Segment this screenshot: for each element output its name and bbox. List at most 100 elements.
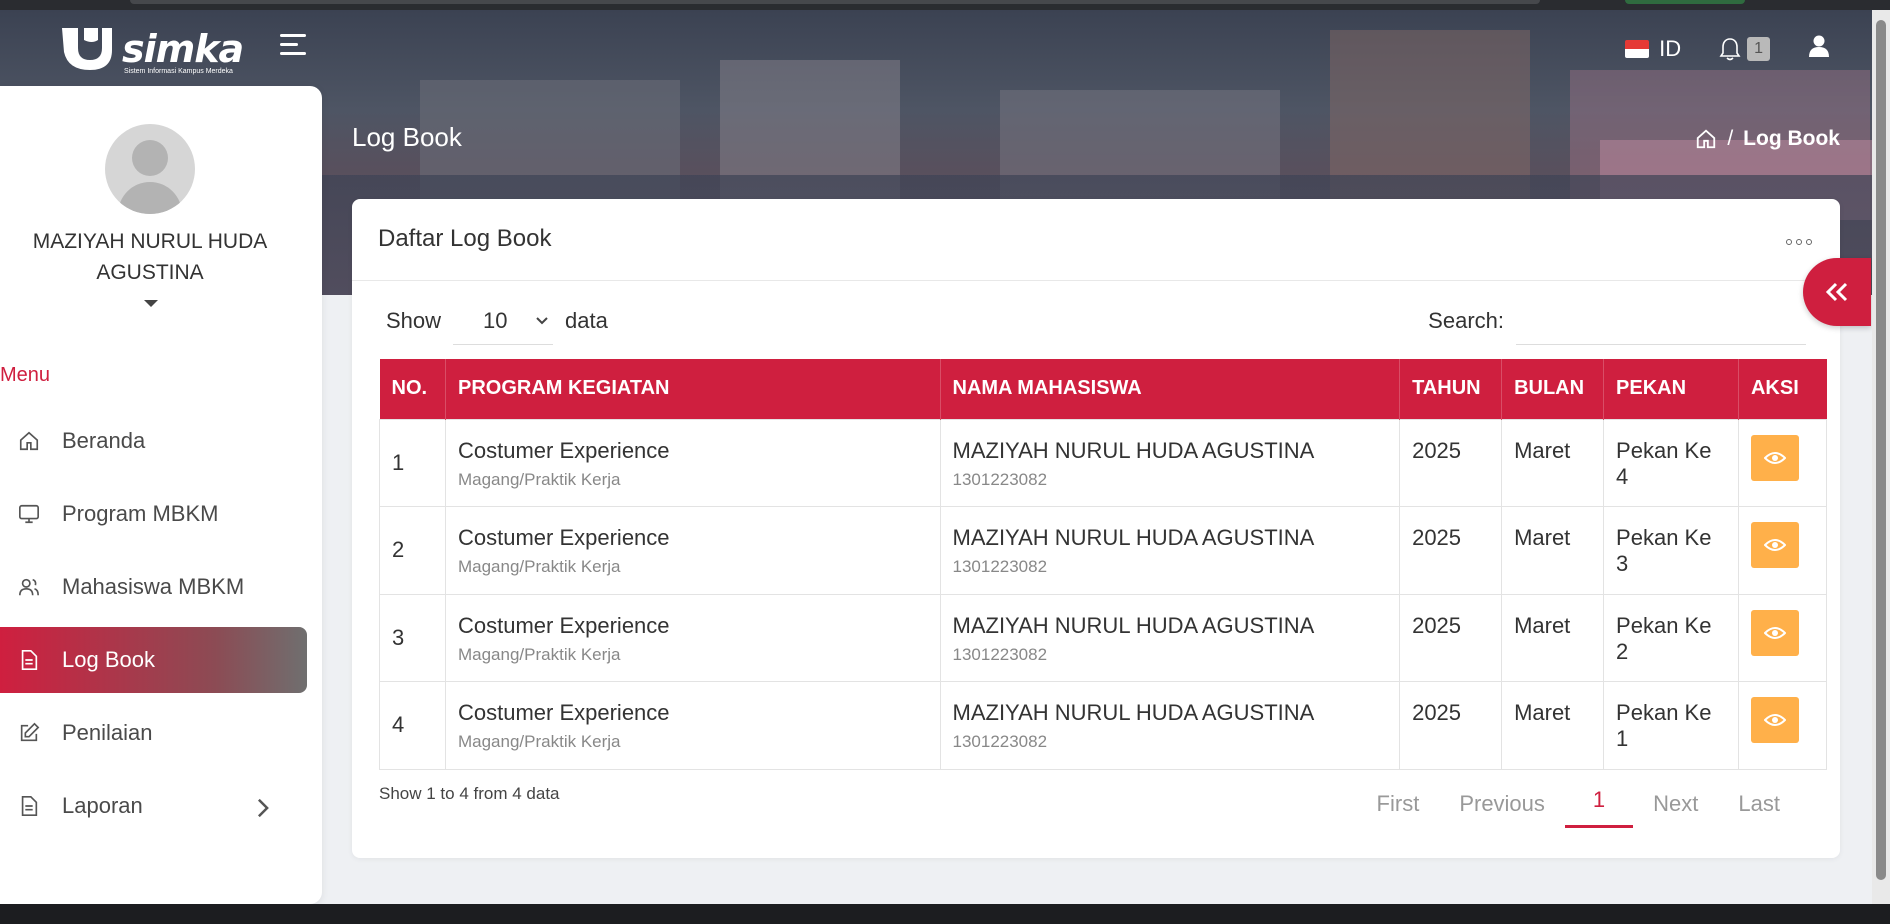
view-button[interactable] [1750,522,1799,568]
pagination-current-page[interactable]: 1 [1564,779,1634,828]
program-name: Costumer Experience [457,612,670,638]
sidebar-item-label: Mahasiswa MBKM [62,574,245,599]
program-cell: Costumer Experience Magang/Praktik Kerja [444,418,941,507]
month-value: Maret [1514,612,1571,638]
month-value: Maret [1514,525,1571,550]
sidebar-item-program-mbkm[interactable]: Program MBKM [0,481,322,547]
notification-badge: 1 [1747,36,1770,61]
bell-icon [1719,37,1741,60]
program-name: Costumer Experience [457,700,670,725]
sidebar-item-laporan[interactable]: Laporan [0,773,322,839]
table-row: 1 Costumer Experience Magang/Praktik Kerj… [379,418,1828,507]
column-header[interactable]: NO. [379,359,446,419]
eye-icon [1763,626,1786,639]
sidebar-item-label: Laporan [62,793,143,818]
sidebar-item-log-book[interactable]: Log Book [0,627,307,693]
view-button[interactable] [1750,609,1799,656]
student-nim: 1301223082 [952,469,1048,489]
program-type: Magang/Praktik Kerja [457,732,621,751]
pagination-previous[interactable]: Previous [1439,783,1565,825]
column-header[interactable]: BULAN [1501,359,1605,419]
year-cell: 2025 [1399,681,1503,770]
table-row: 2 Costumer Experience Magang/Praktik Kerj… [379,506,1828,595]
brand-tagline: Sistem Informasi Kampus Merdeka [124,68,233,75]
year-value: 2025 [1412,437,1462,463]
browser-button[interactable] [1625,0,1745,4]
document-icon [21,796,38,816]
top-right-actions: ID 1 [1625,34,1830,63]
sidebar-item-penilaian[interactable]: Penilaian [0,700,322,766]
student-name: MAZIYAH NURUL HUDA AGUSTINA [952,437,1315,463]
pagination-last[interactable]: Last [1718,783,1800,825]
sidebar-item-label: Beranda [62,428,146,453]
table-row: 3 Costumer Experience Magang/Praktik Kerj… [379,593,1828,682]
notification-button[interactable]: 1 [1719,36,1770,61]
month-value: Maret [1514,700,1571,725]
more-options-icon[interactable] [1786,239,1812,245]
student-nim: 1301223082 [952,644,1048,664]
chevron-down-icon[interactable] [144,300,158,307]
sidebar-item-label: Program MBKM [62,501,219,526]
student-cell: MAZIYAH NURUL HUDA AGUSTINA 1301223082 [939,593,1401,682]
menu-toggle-icon[interactable] [280,34,310,58]
home-icon [19,431,39,451]
logo-icon [62,28,112,70]
collapse-button[interactable] [1803,258,1871,326]
double-chevron-left-icon [1825,282,1848,302]
page-size-control: Show 10 data [386,297,608,345]
month-cell: Maret [1501,418,1605,507]
week-value: Pekan Ke 4 [1616,437,1712,489]
view-button[interactable] [1750,697,1799,743]
view-button[interactable] [1750,434,1799,481]
column-header[interactable]: TAHUN [1399,359,1503,419]
week-value: Pekan Ke 1 [1616,700,1712,751]
column-header[interactable]: NAMA MAHASISWA [940,359,1401,419]
column-header[interactable]: PROGRAM KEGIATAN [445,359,941,419]
user-name: MAZIYAH NURUL HUDA AGUSTINA [32,230,268,284]
page-size-select[interactable]: 10 [453,297,554,345]
chevron-right-icon [257,798,269,818]
year-value: 2025 [1412,612,1462,638]
month-cell: Maret [1501,593,1605,682]
search-input[interactable] [1516,297,1806,345]
brand-logo[interactable]: simka Sistem Informasi Kampus Merdeka [58,24,244,75]
page-title: Log Book [352,122,462,152]
program-cell: Costumer Experience Magang/Praktik Kerja [444,593,941,682]
breadcrumb-current: Log Book [1743,127,1840,150]
language-switcher[interactable]: ID [1625,36,1681,62]
column-header[interactable]: PEKAN [1603,359,1739,419]
brand-name: simka [122,27,244,71]
action-cell [1737,681,1828,770]
eye-icon [1763,714,1786,726]
table-row: 4 Costumer Experience Magang/Praktik Kerj… [379,681,1828,770]
year-value: 2025 [1412,525,1462,550]
document-icon [21,650,38,670]
year-cell: 2025 [1399,418,1503,507]
scrollbar-thumb[interactable] [1876,20,1886,880]
week-cell: Pekan Ke 4 [1603,418,1739,507]
home-icon[interactable] [1695,128,1717,150]
program-type: Magang/Praktik Kerja [457,469,621,489]
avatar[interactable] [105,124,195,214]
address-bar[interactable] [130,0,1540,4]
page-scrollbar[interactable] [1872,10,1890,904]
sidebar-item-beranda[interactable]: Beranda [0,408,322,474]
program-cell: Costumer Experience Magang/Praktik Kerja [444,681,941,770]
search-label: Search: [1428,308,1504,333]
sidebar-nav: Beranda Program MBKM Mahasiswa MBKM Log … [0,408,322,846]
student-name: MAZIYAH NURUL HUDA AGUSTINA [952,612,1315,638]
show-label: Show [386,308,442,333]
year-cell: 2025 [1399,506,1503,595]
breadcrumb-separator: / [1727,127,1734,150]
pagination-first[interactable]: First [1357,783,1440,825]
log-book-card: Daftar Log Book Show 10 data Search: NO.… [352,199,1840,858]
year-cell: 2025 [1399,593,1503,682]
pagination-next[interactable]: Next [1633,783,1718,825]
edit-icon [20,722,40,742]
user-menu-button[interactable] [1808,34,1830,63]
sidebar-item-mahasiswa-mbkm[interactable]: Mahasiswa MBKM [0,554,322,620]
row-number: 1 [379,418,446,507]
browser-top-bar [0,0,1890,10]
search-control: Search: [1428,297,1806,345]
sidebar-item-label: Penilaian [62,720,153,745]
